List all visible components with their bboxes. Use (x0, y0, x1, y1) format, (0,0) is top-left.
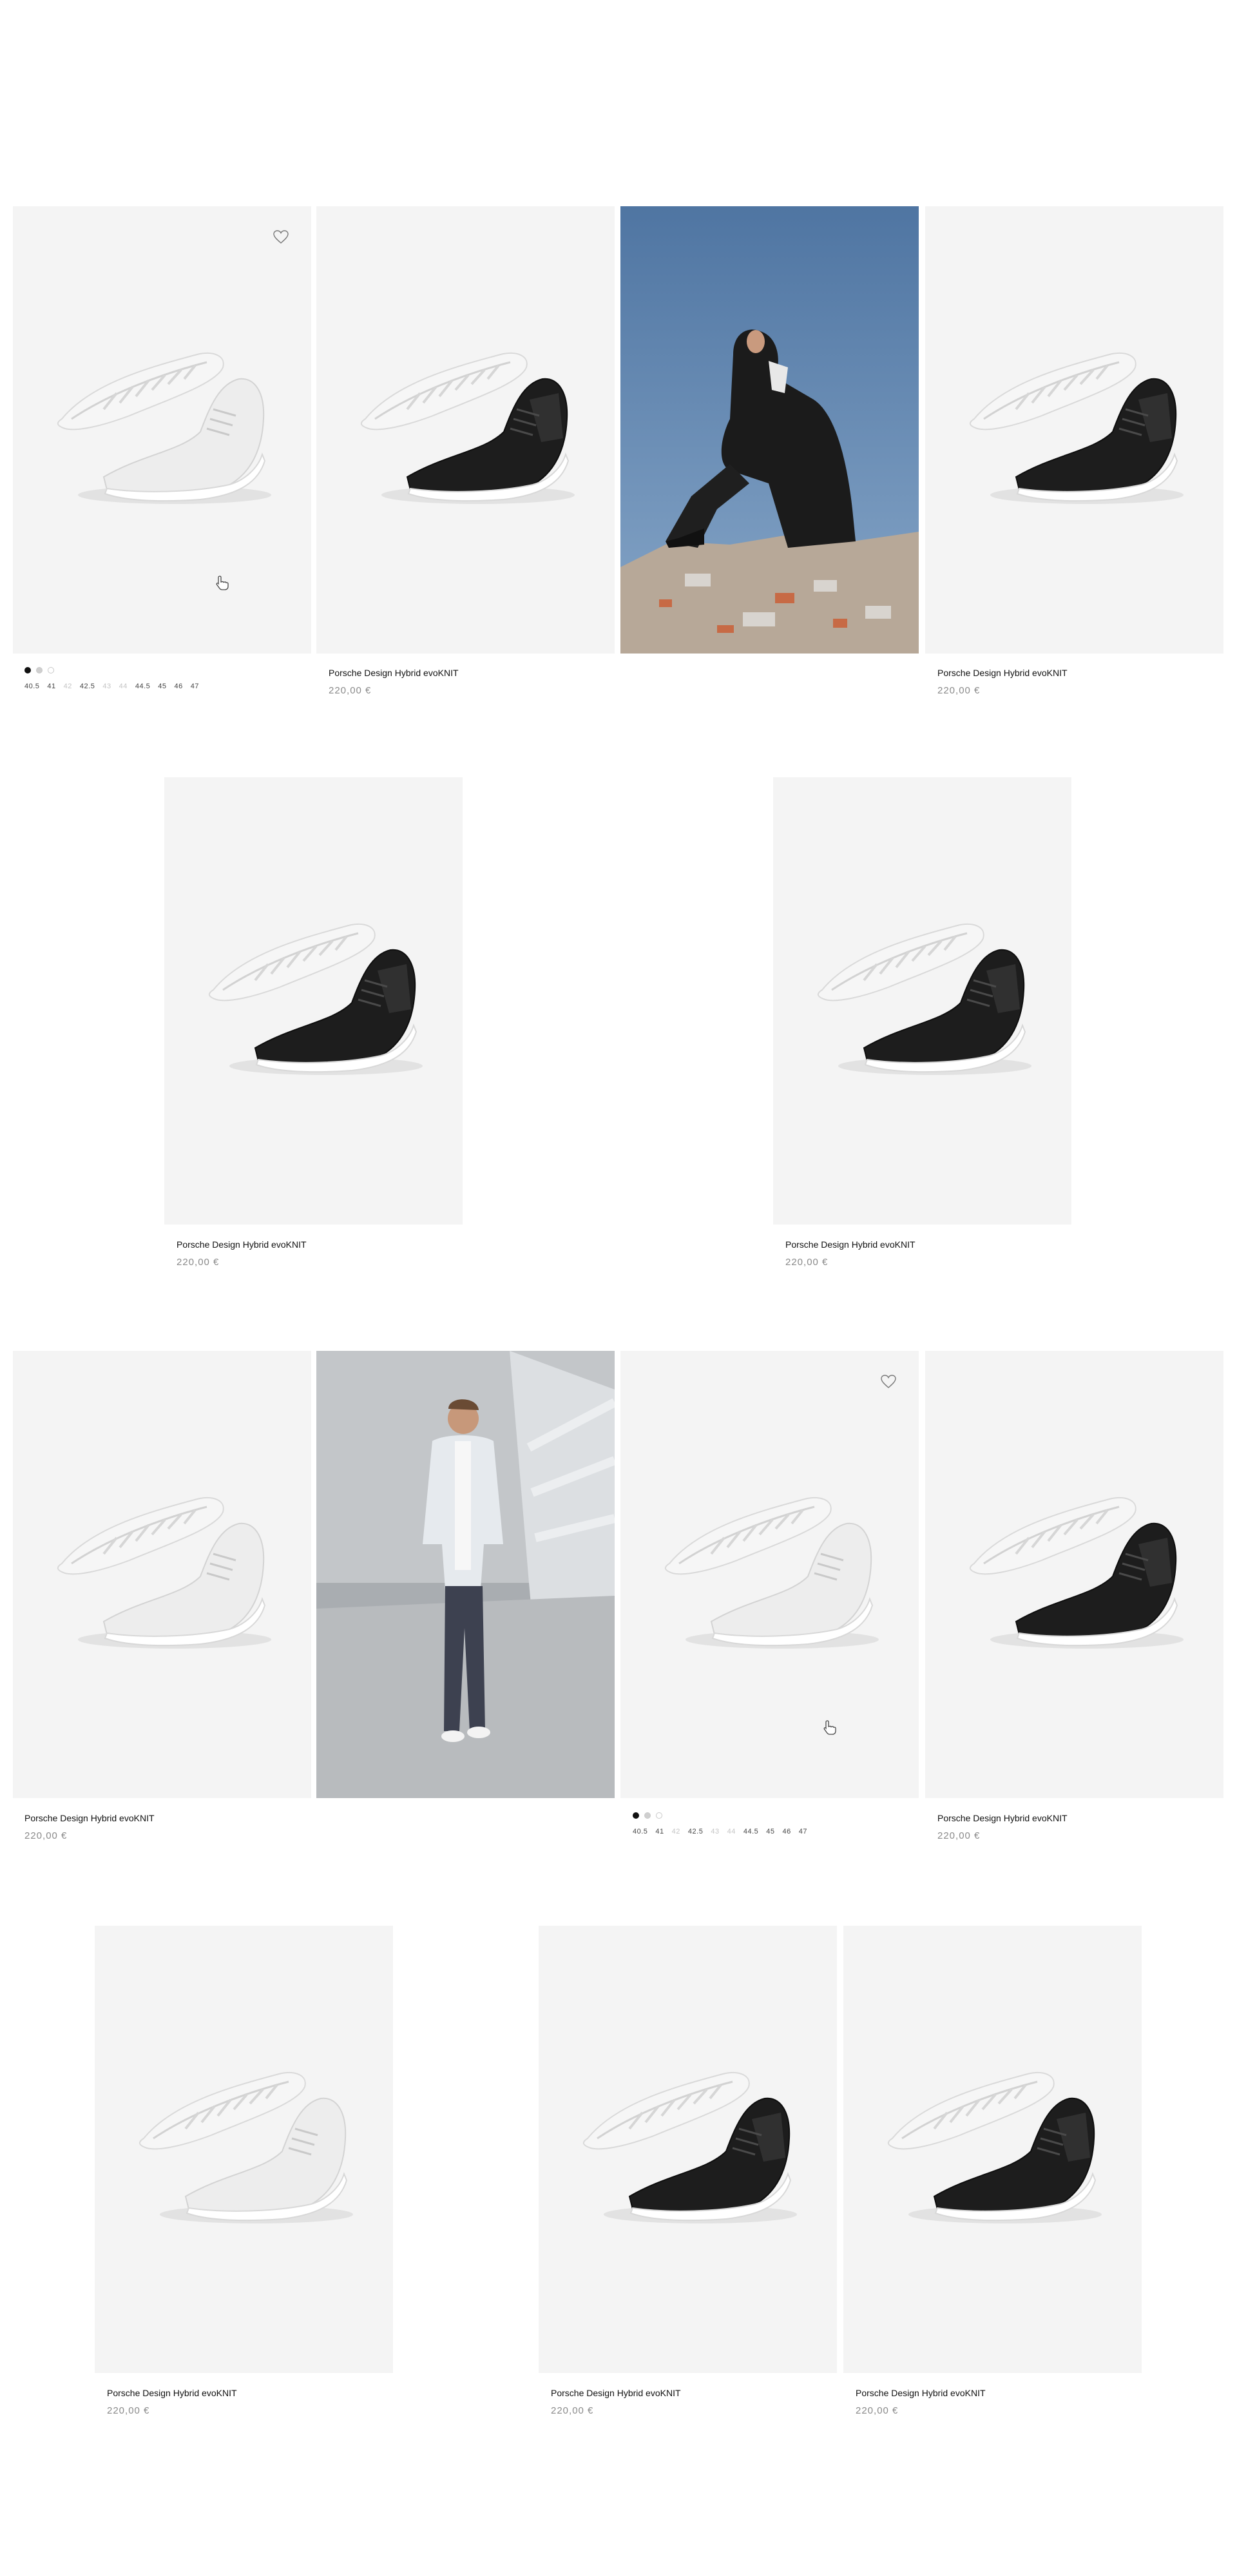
campaign-photo-man (316, 1351, 615, 1798)
swatch-white[interactable] (48, 667, 54, 673)
black-sneaker-image (559, 2042, 816, 2235)
swatch-grey[interactable] (36, 667, 43, 673)
size-option-unavailable: 44 (727, 1828, 736, 1835)
size-option-unavailable: 43 (711, 1828, 720, 1835)
swatch-black[interactable] (633, 1812, 639, 1819)
product-name[interactable]: Porsche Design Hybrid evoKNIT (937, 1812, 1236, 1824)
product-name[interactable]: Porsche Design Hybrid evoKNIT (856, 2387, 1154, 2399)
product-name[interactable]: Porsche Design Hybrid evoKNIT (785, 1239, 1084, 1250)
size-option[interactable]: 40.5 (24, 683, 39, 690)
product-info: Porsche Design Hybrid evoKNIT 220,00 € (177, 1239, 475, 1268)
product-info: Porsche Design Hybrid evoKNIT 220,00 € (551, 2387, 849, 2417)
size-option-unavailable: 42 (63, 683, 72, 690)
size-option[interactable]: 40.5 (633, 1828, 647, 1835)
white-sneaker-image (33, 1467, 291, 1660)
size-option[interactable]: 45 (158, 683, 166, 690)
variant-selector: 40.5 41 42 42.5 43 44 44.5 45 46 47 (633, 1812, 931, 1835)
product-name[interactable]: Porsche Design Hybrid evoKNIT (329, 667, 627, 679)
swatch-white[interactable] (656, 1812, 662, 1819)
heart-outline-icon[interactable] (880, 1374, 897, 1390)
product-price: 220,00 € (107, 2405, 150, 2416)
product-image-black-hybrid-7[interactable] (843, 1926, 1142, 2373)
black-sneaker-image (945, 322, 1203, 516)
product-price: 220,00 € (785, 1257, 829, 1268)
size-option[interactable]: 46 (175, 683, 183, 690)
size-option[interactable]: 42.5 (80, 683, 95, 690)
black-sneaker-image (945, 1467, 1203, 1660)
product-info: Porsche Design Hybrid evoKNIT 220,00 € (24, 1812, 323, 1842)
variant-selector: 40.5 41 42 42.5 43 44 44.5 45 46 47 (24, 667, 323, 690)
product-price: 220,00 € (329, 685, 372, 696)
size-option[interactable]: 44.5 (135, 683, 150, 690)
product-image-black-hybrid-3[interactable] (164, 777, 463, 1225)
product-name[interactable]: Porsche Design Hybrid evoKNIT (937, 667, 1236, 679)
product-image-white-hybrid-4[interactable] (95, 1926, 393, 2373)
size-option[interactable]: 47 (191, 683, 199, 690)
heart-outline-icon[interactable] (273, 229, 289, 245)
woman-sitting-on-rocks-image (620, 206, 919, 654)
swatch-grey[interactable] (644, 1812, 651, 1819)
size-option[interactable]: 46 (783, 1828, 791, 1835)
size-list: 40.5 41 42 42.5 43 44 44.5 45 46 47 (633, 1828, 931, 1835)
swatch-black[interactable] (24, 667, 31, 673)
size-option[interactable]: 42.5 (688, 1828, 703, 1835)
product-name[interactable]: Porsche Design Hybrid evoKNIT (107, 2387, 405, 2399)
product-info: Porsche Design Hybrid evoKNIT 220,00 € (856, 2387, 1154, 2417)
product-price: 220,00 € (551, 2405, 594, 2416)
man-walking-image (316, 1351, 615, 1798)
product-name[interactable]: Porsche Design Hybrid evoKNIT (177, 1239, 475, 1250)
product-price: 220,00 € (937, 685, 981, 696)
product-price: 220,00 € (856, 2405, 899, 2416)
size-option[interactable]: 41 (655, 1828, 664, 1835)
black-sneaker-image (184, 893, 442, 1087)
product-name[interactable]: Porsche Design Hybrid evoKNIT (551, 2387, 849, 2399)
size-option[interactable]: 44.5 (743, 1828, 758, 1835)
product-price: 220,00 € (24, 1830, 68, 1841)
product-image-white-hybrid-2[interactable] (13, 1351, 311, 1798)
size-option-unavailable: 42 (671, 1828, 680, 1835)
black-sneaker-image (336, 322, 594, 516)
product-image-black-hybrid-4[interactable] (773, 777, 1071, 1225)
product-price: 220,00 € (937, 1830, 981, 1841)
size-option[interactable]: 45 (766, 1828, 774, 1835)
black-sneaker-image (793, 893, 1051, 1087)
white-sneaker-image (115, 2042, 372, 2235)
color-swatches (633, 1812, 931, 1819)
white-sneaker-image (33, 322, 291, 516)
product-price: 220,00 € (177, 1257, 220, 1268)
product-image-black-hybrid-5[interactable] (925, 1351, 1223, 1798)
size-option[interactable]: 47 (799, 1828, 807, 1835)
white-sneaker-image (640, 1467, 898, 1660)
hand-pointer-icon (822, 1719, 836, 1735)
product-info: Porsche Design Hybrid evoKNIT 220,00 € (329, 667, 627, 697)
black-sneaker-image (863, 2042, 1121, 2235)
product-image-black-hybrid-1[interactable] (316, 206, 615, 654)
size-option-unavailable: 44 (119, 683, 128, 690)
product-info: Porsche Design Hybrid evoKNIT 220,00 € (785, 1239, 1084, 1268)
product-image-black-hybrid-6[interactable] (539, 1926, 837, 2373)
product-name[interactable]: Porsche Design Hybrid evoKNIT (24, 1812, 323, 1824)
size-option[interactable]: 41 (47, 683, 55, 690)
size-list: 40.5 41 42 42.5 43 44 44.5 45 46 47 (24, 683, 323, 690)
product-image-black-hybrid-2[interactable] (925, 206, 1223, 654)
product-info: Porsche Design Hybrid evoKNIT 220,00 € (937, 667, 1236, 697)
hand-pointer-icon (215, 575, 229, 590)
product-info: Porsche Design Hybrid evoKNIT 220,00 € (937, 1812, 1236, 1842)
size-option-unavailable: 43 (102, 683, 111, 690)
color-swatches (24, 667, 323, 673)
product-info: Porsche Design Hybrid evoKNIT 220,00 € (107, 2387, 405, 2417)
campaign-photo-woman (620, 206, 919, 654)
product-image-white-hybrid-3[interactable] (620, 1351, 919, 1798)
product-image-white-hybrid-1[interactable] (13, 206, 311, 654)
